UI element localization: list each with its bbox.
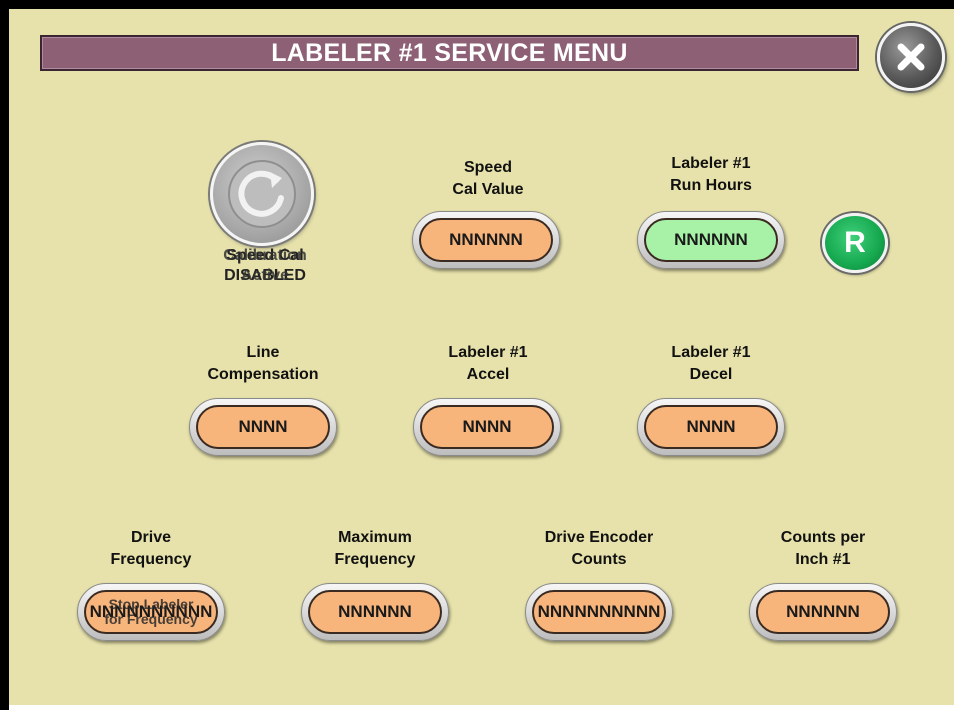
decel-field[interactable]: NNNN (637, 398, 785, 456)
drive-frequency-notice: Stop Labeler for Frequency (104, 596, 198, 627)
encoder-counts-value: NNNNNNNNNN (532, 590, 666, 634)
close-button[interactable] (877, 23, 945, 91)
drive-frequency-field: NNNNNNNNNN Stop Labeler for Frequency (77, 583, 225, 641)
counts-per-inch-field[interactable]: NNNNNN (749, 583, 897, 641)
encoder-counts-field[interactable]: NNNNNNNNNN (525, 583, 673, 641)
run-hours-field: NNNNNN (637, 211, 785, 269)
accel-value: NNNN (420, 405, 554, 449)
counts-per-inch-value: NNNNNN (756, 590, 890, 634)
reset-run-hours-button[interactable]: R (822, 213, 888, 273)
refresh-icon (228, 160, 296, 228)
window-border-top (0, 0, 954, 9)
line-compensation-label: Line Compensation (207, 344, 319, 383)
run-hours-label: Labeler #1 Run Hours (670, 155, 752, 194)
accel-field[interactable]: NNNN (413, 398, 561, 456)
speed-calibration-button[interactable] (210, 142, 314, 246)
max-frequency-field[interactable]: NNNNNN (301, 583, 449, 641)
line-compensation-field[interactable]: NNNN (189, 398, 337, 456)
encoder-counts-label: Drive Encoder Counts (544, 529, 654, 568)
accel-label: Labeler #1 Accel (448, 344, 528, 383)
drive-frequency-value: NNNNNNNNNN Stop Labeler for Frequency (84, 590, 218, 634)
decel-label: Labeler #1 Decel (671, 344, 751, 383)
service-menu-window: LABELER #1 SERVICE MENU Speed Cal DISABL… (0, 0, 954, 710)
drive-frequency-label: Drive Frequency (110, 529, 192, 568)
counts-per-inch-label: Counts per Inch #1 (780, 529, 866, 568)
max-frequency-label: Maximum Frequency (334, 529, 416, 568)
calibration-active-text: Calibration Active (223, 247, 307, 284)
speed-cal-field[interactable]: NNNNNN (412, 211, 560, 269)
speed-cal-value: NNNNNN (419, 218, 553, 262)
run-hours-value: NNNNNN (644, 218, 778, 262)
line-compensation-value: NNNN (196, 405, 330, 449)
window-border-left (0, 0, 9, 710)
speed-cal-label: Speed Cal Value (452, 159, 524, 198)
decel-value: NNNN (644, 405, 778, 449)
max-frequency-value: NNNNNN (308, 590, 442, 634)
close-x-icon (897, 43, 925, 71)
page-title: LABELER #1 SERVICE MENU (40, 35, 859, 71)
